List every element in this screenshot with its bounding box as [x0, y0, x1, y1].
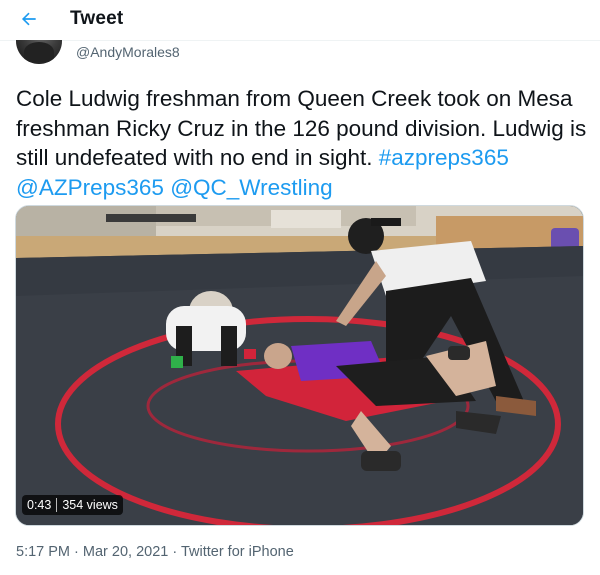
- author-handle[interactable]: @AndyMorales8: [76, 44, 180, 60]
- video-frame: [16, 206, 583, 525]
- arrow-left-icon: [21, 12, 36, 26]
- hashtag-link[interactable]: #azpreps365: [379, 145, 509, 170]
- video-views: 354 views: [62, 498, 118, 512]
- back-button[interactable]: [14, 4, 44, 34]
- video-duration: 0:43: [27, 498, 52, 512]
- tweet-meta[interactable]: 5:17 PM · Mar 20, 2021 · Twitter for iPh…: [16, 544, 294, 560]
- author-row: @AndyMorales8: [0, 40, 600, 66]
- mention-link-azpreps[interactable]: @AZPreps365: [16, 175, 164, 200]
- video-player[interactable]: 0:43 354 views: [15, 205, 584, 526]
- header-bar: Tweet: [0, 0, 600, 41]
- page-title: Tweet: [70, 8, 124, 29]
- tweet-text: Cole Ludwig freshman from Queen Creek to…: [16, 84, 588, 202]
- mention-link-qc-wrestling[interactable]: @QC_Wrestling: [170, 175, 332, 200]
- video-stats-badge: 0:43 354 views: [22, 495, 123, 515]
- avatar[interactable]: [16, 40, 62, 64]
- badge-divider: [56, 498, 58, 512]
